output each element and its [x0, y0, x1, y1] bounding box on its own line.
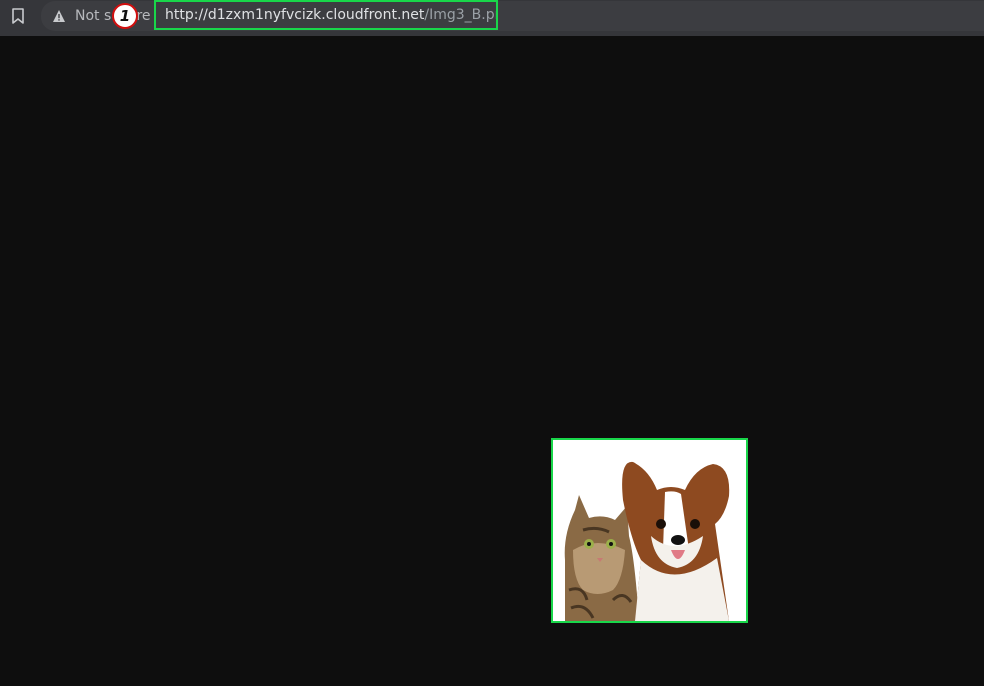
bookmark-icon	[12, 8, 24, 24]
url-field[interactable]: http://d1zxm1nyfvcizk.cloudfront.net/Img…	[154, 0, 498, 30]
bookmark-button[interactable]	[6, 4, 30, 28]
annotation-marker: 1	[112, 3, 138, 29]
url-host: http://d1zxm1nyfvcizk.cloudfront.net	[165, 7, 425, 23]
url-path: /Img3_B.png	[424, 7, 496, 23]
browser-toolbar: Not secure 1 http://d1zxm1nyfvcizk.cloud…	[0, 0, 984, 36]
page-viewport	[0, 36, 984, 686]
pet-image[interactable]	[551, 438, 748, 623]
pet-photo	[553, 440, 746, 621]
warning-icon	[53, 10, 65, 22]
